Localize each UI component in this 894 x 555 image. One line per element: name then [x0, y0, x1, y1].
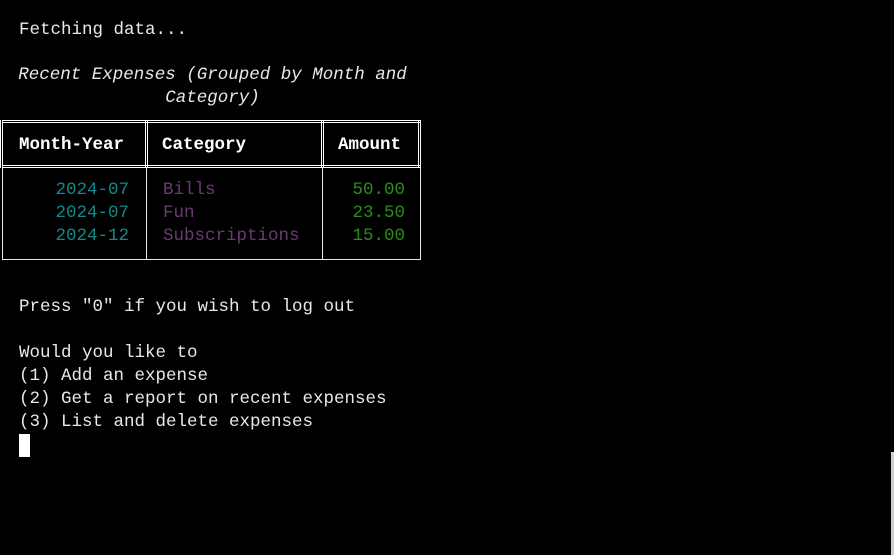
header-month-year: Month-Year — [19, 135, 125, 155]
menu-option-list-delete: (3) List and delete expenses — [19, 412, 314, 432]
table-header-right-border — [418, 120, 421, 168]
cell-month-year: 2024-12 — [55, 226, 129, 246]
table-header-divider-2 — [321, 120, 324, 168]
cell-amount: 15.00 — [352, 226, 405, 246]
text-cursor[interactable] — [19, 434, 30, 457]
menu-option-report: (2) Get a report on recent expenses — [19, 389, 387, 409]
terminal-screen[interactable]: Fetching data... Recent Expenses (Groupe… — [0, 0, 894, 555]
table-header-top-border — [3, 120, 420, 123]
expenses-table: Month-Year Category Amount 2024-07 Bills… — [0, 120, 421, 260]
cell-amount: 50.00 — [352, 180, 405, 200]
menu-option-add-expense: (1) Add an expense — [19, 366, 209, 386]
table-column-divider-1 — [146, 168, 147, 259]
cell-category: Bills — [163, 180, 216, 200]
header-category: Category — [162, 135, 247, 155]
report-title-line-2: Category) — [165, 88, 260, 108]
cell-month-year: 2024-07 — [55, 180, 129, 200]
table-header-divider-1 — [145, 120, 148, 168]
cell-amount: 23.50 — [352, 203, 405, 223]
menu-prompt: Would you like to — [19, 343, 198, 363]
logout-prompt: Press "0" if you wish to log out — [19, 297, 356, 317]
table-header-bottom-border — [3, 165, 420, 168]
cell-category: Fun — [163, 203, 195, 223]
status-line: Fetching data... — [19, 20, 188, 40]
header-amount: Amount — [338, 135, 402, 155]
cell-category: Subscriptions — [163, 226, 300, 246]
cell-month-year: 2024-07 — [55, 203, 129, 223]
table-header-left-border — [0, 120, 3, 168]
report-title-line-1: Recent Expenses (Grouped by Month and — [18, 65, 407, 85]
